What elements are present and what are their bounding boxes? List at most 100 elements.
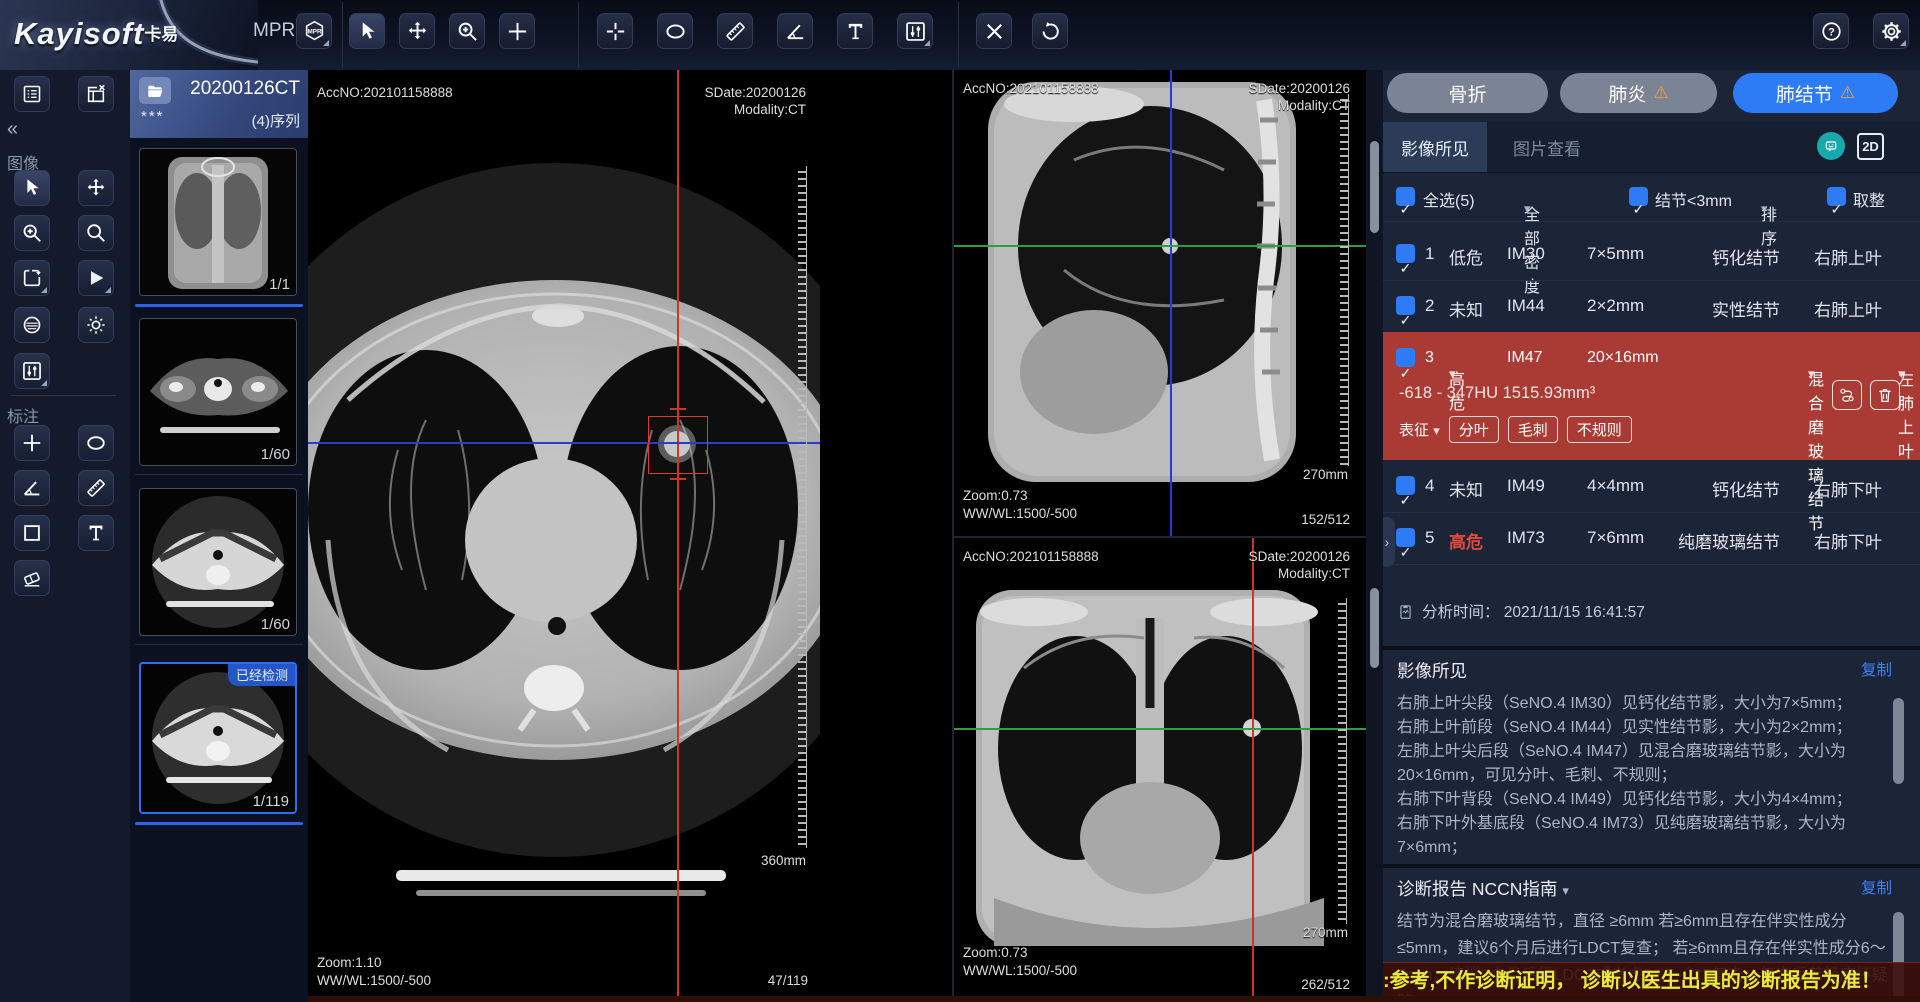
sidebar-ruler-button[interactable] xyxy=(78,470,114,506)
row-checkbox[interactable]: ✓ xyxy=(1396,348,1415,367)
row-checkbox[interactable]: ✓ xyxy=(1396,296,1415,315)
collapse-sidebar-button[interactable]: « xyxy=(7,118,18,141)
nodule-risk: 低危 xyxy=(1449,244,1483,269)
scale-ruler xyxy=(1338,598,1347,924)
zoom-factor: Zoom:1.10 xyxy=(317,954,382,971)
feature-tag[interactable]: 分叶 xyxy=(1449,416,1499,443)
crosshair-tool-button[interactable] xyxy=(597,13,633,49)
sidebar-brightness-button[interactable] xyxy=(78,307,114,343)
sidebar-zoom-in-button[interactable] xyxy=(14,215,50,251)
brand-text-cn: 卡易 xyxy=(144,25,178,44)
mode-fracture-button[interactable]: 骨折 xyxy=(1387,73,1548,113)
thumbnail-axial-soft[interactable]: 1/60 xyxy=(139,318,297,466)
sidebar-text-button[interactable] xyxy=(78,515,114,551)
probe-tool-button[interactable] xyxy=(499,13,535,49)
2d-view-button[interactable]: 2D xyxy=(1857,133,1884,160)
select-all-label[interactable]: 全选(5) xyxy=(1423,187,1475,211)
thumbnail-axial-lung[interactable]: 1/60 xyxy=(139,488,297,636)
small-nodule-label[interactable]: 结节<3mm xyxy=(1655,187,1732,211)
delete-nodule-button[interactable] xyxy=(1870,380,1900,410)
nodule-row-4[interactable]: ✓ 4 未知 IM49 4×4mm 钙化结节 右肺下叶 xyxy=(1383,460,1920,513)
text-annotation-button[interactable] xyxy=(837,13,873,49)
zoom-tool-button[interactable] xyxy=(449,13,485,49)
clear-annotations-button[interactable] xyxy=(976,13,1012,49)
series-list-button[interactable] xyxy=(14,76,50,112)
sidebar-angle-button[interactable] xyxy=(14,470,50,506)
scale-ruler xyxy=(798,166,807,848)
feedback-button[interactable] xyxy=(1817,132,1845,160)
copy-report-link[interactable]: 复制 xyxy=(1861,876,1892,898)
crosshair-horizontal-green[interactable] xyxy=(954,728,1366,730)
coronal-scrollbar[interactable] xyxy=(1370,588,1379,668)
nodule-row-5[interactable]: ✓ 5 高危 IM73 7×6mm 纯磨玻璃结节 右肺下叶 xyxy=(1383,512,1920,565)
sliders-icon xyxy=(904,20,927,43)
window-level-button[interactable] xyxy=(897,13,933,49)
nodule-image-no: IM73 xyxy=(1507,528,1545,548)
feature-tag[interactable]: 不规则 xyxy=(1567,416,1632,443)
nodule-roi-box[interactable] xyxy=(648,416,708,474)
thumbnail-axial-detected[interactable]: 已经检测 1/119 xyxy=(139,662,297,814)
pan-tool-button[interactable] xyxy=(399,13,435,49)
angle-tool-button[interactable] xyxy=(777,13,813,49)
acc-number: AccNO:202101158888 xyxy=(317,84,453,101)
sidebar-rectangle-button[interactable] xyxy=(14,515,50,551)
series-header[interactable]: 20200126CT *** (4)序列 xyxy=(130,70,308,138)
ellipse-tool-button[interactable] xyxy=(657,13,693,49)
sidebar-adjust-button[interactable] xyxy=(14,353,50,389)
tab-findings[interactable]: 影像所见 xyxy=(1383,122,1487,172)
crosshair-vertical-red[interactable] xyxy=(677,70,679,1002)
tab-image-view[interactable]: 图片查看 xyxy=(1495,122,1599,172)
report-guideline-dropdown[interactable]: NCCN指南 xyxy=(1472,879,1558,899)
feature-tag[interactable]: 毛刺 xyxy=(1508,416,1558,443)
panel-expander-handle[interactable]: › xyxy=(1383,517,1395,567)
crosshair-horizontal-blue[interactable] xyxy=(308,442,820,444)
toolbar-separator xyxy=(578,2,579,68)
help-button[interactable] xyxy=(1813,13,1849,49)
sidebar-pan-button[interactable] xyxy=(78,170,114,206)
ruler-tool-button[interactable] xyxy=(717,13,753,49)
row-checkbox[interactable]: ✓ xyxy=(1396,528,1415,547)
mode-nodule-button[interactable]: 肺结节 ⚠ xyxy=(1733,73,1898,113)
mode-pneumonia-button[interactable]: 肺炎 ⚠ xyxy=(1560,73,1717,113)
select-all-checkbox[interactable]: ✓ xyxy=(1396,187,1415,206)
patient-masked: *** xyxy=(141,108,165,125)
thumbnail-scout[interactable]: 1/1 xyxy=(139,148,297,296)
row-checkbox[interactable]: ✓ xyxy=(1396,244,1415,263)
round-label[interactable]: 取整 xyxy=(1853,187,1885,211)
feature-dropdown[interactable]: 表征 ▾ xyxy=(1399,419,1440,440)
nodule-row-2[interactable]: ✓ 2 未知 IM44 2×2mm 实性结节 右肺上叶 xyxy=(1383,280,1920,333)
brand-text: Kayisoft xyxy=(14,16,144,51)
sidebar-ellipse-button[interactable] xyxy=(78,425,114,461)
close-layout-button[interactable] xyxy=(78,76,114,112)
crosshair-horizontal-green[interactable] xyxy=(954,245,1366,247)
axial-viewport[interactable]: AccNO:202101158888 SDate:20200126 Modali… xyxy=(308,70,954,1002)
row-checkbox[interactable]: ✓ xyxy=(1396,476,1415,495)
crosshair-vertical-blue[interactable] xyxy=(1170,70,1172,536)
nodule-row-1[interactable]: ✓ 1 低危 IM30 7×5mm 钙化结节 右肺上叶 xyxy=(1383,228,1920,281)
sidebar-pointer-button[interactable] xyxy=(14,170,50,206)
sidebar-eraser-button[interactable] xyxy=(14,560,50,596)
copy-findings-link[interactable]: 复制 xyxy=(1861,658,1892,680)
sidebar-window-preset-button[interactable] xyxy=(14,307,50,343)
sagittal-viewport[interactable]: AccNO:202101158888 SDate:20200126 Modali… xyxy=(954,70,1366,536)
findings-scrollbar[interactable] xyxy=(1893,698,1904,784)
pointer-tool-button[interactable] xyxy=(349,13,385,49)
sidebar-cine-button[interactable] xyxy=(78,260,114,296)
mpr-layout-button[interactable] xyxy=(296,13,332,49)
followup-button[interactable] xyxy=(1832,380,1862,410)
reset-button[interactable] xyxy=(1032,13,1068,49)
open-study-button[interactable] xyxy=(139,77,171,104)
settings-button[interactable] xyxy=(1873,13,1909,49)
small-nodule-checkbox[interactable]: ✓ xyxy=(1629,187,1648,206)
crosshair-vertical-red[interactable] xyxy=(1252,538,1254,1002)
round-checkbox[interactable]: ✓ xyxy=(1827,187,1846,206)
modality: Modality:CT xyxy=(734,101,806,118)
report-title: 诊断报告 xyxy=(1397,879,1467,899)
sidebar-rotate-button[interactable] xyxy=(14,260,50,296)
sidebar-magnify-button[interactable] xyxy=(78,215,114,251)
coronal-viewport[interactable]: AccNO:202101158888 SDate:20200126 Modali… xyxy=(954,538,1366,1002)
sidebar-crosshair-button[interactable] xyxy=(14,425,50,461)
sagittal-scrollbar[interactable] xyxy=(1370,141,1379,233)
nodule-row-3-expanded[interactable]: ✓ 3 高危 ▾ IM47 20×16mm 混合磨玻璃结节 ▾ 左肺上叶 ▾ -… xyxy=(1383,332,1920,460)
mpr-cube-icon xyxy=(303,20,326,43)
